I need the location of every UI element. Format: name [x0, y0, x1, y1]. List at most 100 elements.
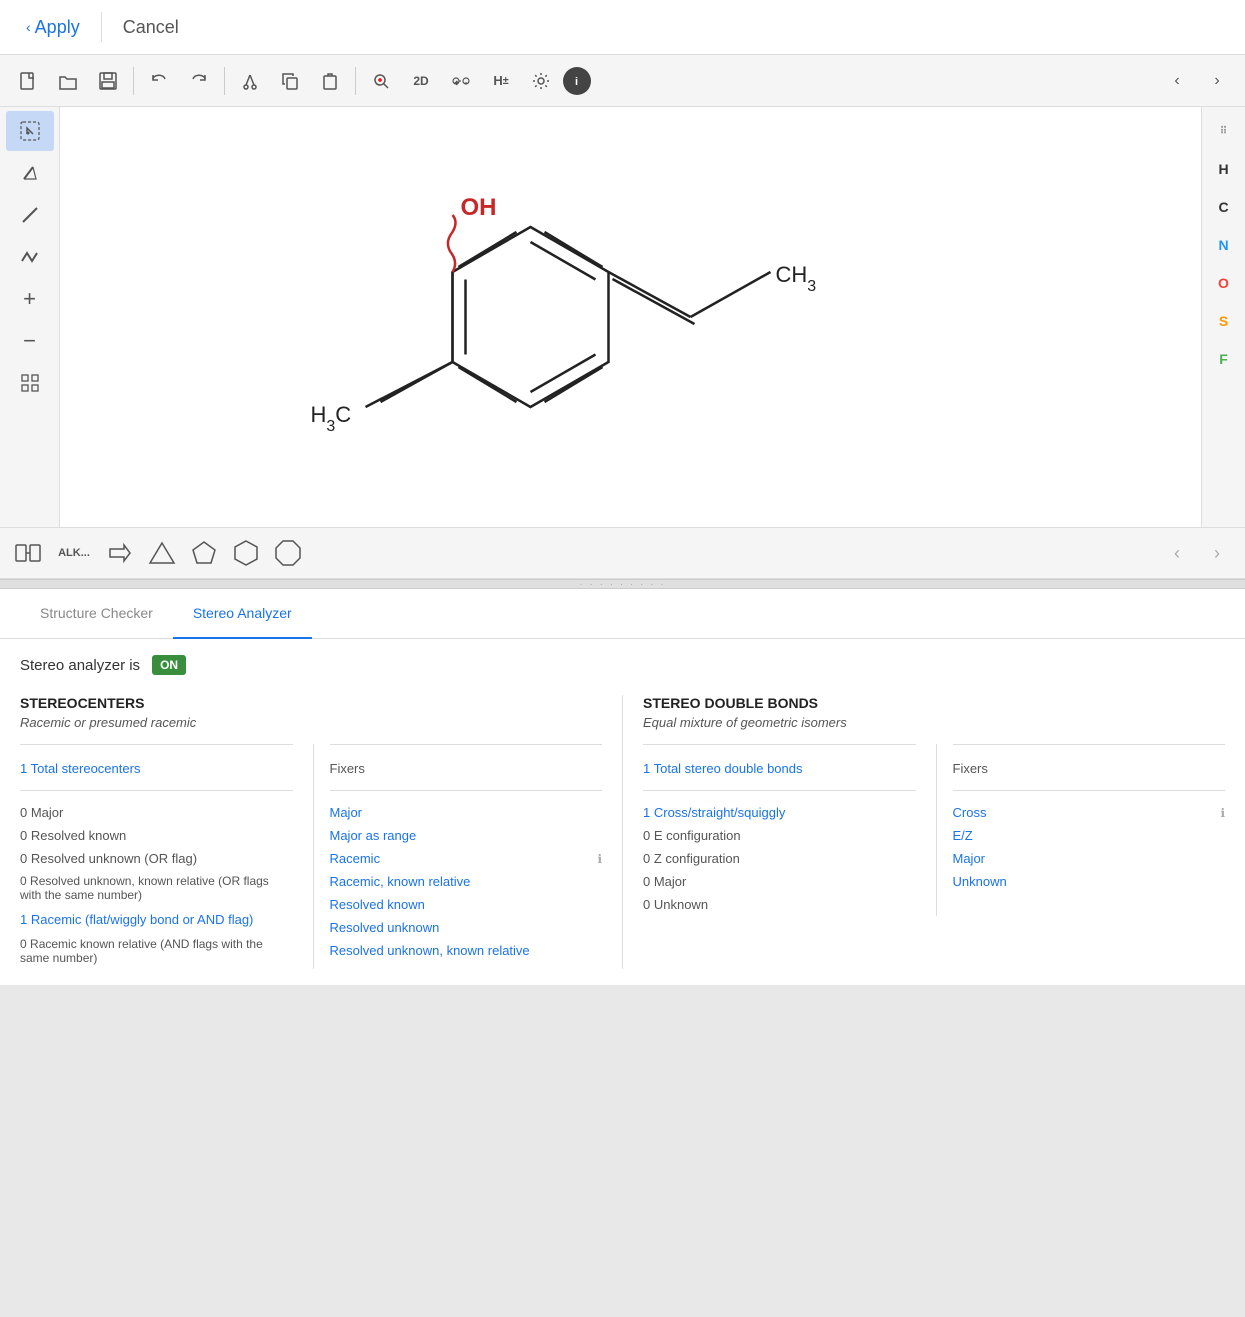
- triangle-button[interactable]: [144, 535, 180, 571]
- H-element-button[interactable]: H: [1206, 153, 1242, 185]
- alky-button[interactable]: ALK...: [52, 535, 96, 571]
- apply-button[interactable]: ‹ Apply: [10, 9, 96, 46]
- fixer-racemic-link[interactable]: Racemic: [330, 851, 381, 866]
- pentagon-button[interactable]: [186, 535, 222, 571]
- undo-button[interactable]: [141, 63, 177, 99]
- total-stereocenters-label: 1 Total stereocenters: [20, 757, 293, 780]
- settings-button[interactable]: [523, 63, 559, 99]
- 2d-button[interactable]: 2D: [403, 63, 439, 99]
- fixer-ez: E/Z: [953, 824, 1226, 847]
- double-major-stat: 0 Major: [643, 870, 916, 893]
- fixer-unknown-link[interactable]: Unknown: [953, 874, 1007, 889]
- fixer-major-as-range-link[interactable]: Major as range: [330, 828, 417, 843]
- benzene-ring: [453, 227, 609, 407]
- hexagon-button[interactable]: [228, 535, 264, 571]
- save-file-button[interactable]: [90, 63, 126, 99]
- resize-handle[interactable]: · · · · · · · · ·: [0, 579, 1245, 589]
- erase-tool-button[interactable]: [6, 153, 54, 193]
- cancel-button[interactable]: Cancel: [107, 9, 195, 46]
- stereo-double-bonds-inner: 1 Total stereo double bonds 1 Cross/stra…: [643, 744, 1225, 916]
- C-element-button[interactable]: C: [1206, 191, 1242, 223]
- nav-left-button[interactable]: ‹: [1159, 63, 1195, 99]
- shape-complex1-button[interactable]: [10, 535, 46, 571]
- toolbar-right: ‹ ›: [1159, 63, 1235, 99]
- fixer-resolved-unknown-link[interactable]: Resolved unknown: [330, 920, 440, 935]
- stereo-double-bonds-title: STEREO DOUBLE BONDS: [643, 695, 1225, 711]
- stereo-two-col: STEREOCENTERS Racemic or presumed racemi…: [20, 695, 1225, 969]
- tabs-container: Structure Checker Stereo Analyzer: [0, 589, 1245, 639]
- fixer-double-major-link[interactable]: Major: [953, 851, 986, 866]
- shape-nav-left-button[interactable]: ‹: [1159, 535, 1195, 571]
- new-file-button[interactable]: [10, 63, 46, 99]
- F-element-button[interactable]: F: [1206, 343, 1242, 375]
- cross-info-icon[interactable]: ℹ: [1220, 806, 1225, 820]
- fixer-racemic-known-rel: Racemic, known relative: [330, 870, 603, 893]
- fixer-racemic-known-rel-link[interactable]: Racemic, known relative: [330, 874, 471, 889]
- stereo-toggle[interactable]: ON: [152, 655, 186, 675]
- bottom-panel: Structure Checker Stereo Analyzer Stereo…: [0, 589, 1245, 985]
- open-file-button[interactable]: [50, 63, 86, 99]
- stereo-analyzer-tab[interactable]: Stereo Analyzer: [173, 589, 312, 639]
- stereo-header: Stereo analyzer is ON: [20, 655, 1225, 675]
- cut-button[interactable]: [232, 63, 268, 99]
- redo-button[interactable]: [181, 63, 217, 99]
- paste-button[interactable]: [312, 63, 348, 99]
- fixers-divider-2: [330, 790, 603, 791]
- select-tool-button[interactable]: [6, 111, 54, 151]
- double-bonds-fixers: Fixers Cross ℹ E/Z Major: [936, 744, 1226, 916]
- N-element-button[interactable]: N: [1206, 229, 1242, 261]
- major-stat: 0 Major: [20, 801, 293, 824]
- bond-single-button[interactable]: [6, 195, 54, 235]
- fixer-major: Major: [330, 801, 603, 824]
- O-element-button[interactable]: O: [1206, 267, 1242, 299]
- arrow-button[interactable]: [102, 535, 138, 571]
- subtract-atom-button[interactable]: −: [6, 321, 54, 361]
- hplus-button[interactable]: H±: [483, 63, 519, 99]
- apply-label: Apply: [35, 17, 80, 38]
- double-stats-divider-2: [643, 790, 916, 791]
- fixer-ez-link[interactable]: E/Z: [953, 828, 973, 843]
- atom-map-button[interactable]: + -: [443, 63, 479, 99]
- resolved-unknown-known-rel-stat: 0 Resolved unknown, known relative (OR f…: [20, 870, 293, 906]
- fixer-resolved-unknown-known-rel: Resolved unknown, known relative: [330, 939, 603, 962]
- fixer-resolved-known-link[interactable]: Resolved known: [330, 897, 425, 912]
- fixer-double-major: Major: [953, 847, 1226, 870]
- double-stats-divider: [643, 744, 916, 745]
- fixer-cross-link[interactable]: Cross: [953, 805, 987, 820]
- octagon-button[interactable]: [270, 535, 306, 571]
- svg-text:-: -: [465, 81, 467, 87]
- double-fixers-divider: [953, 744, 1226, 745]
- racemic-info-icon[interactable]: ℹ: [597, 852, 602, 866]
- fixer-resolved-unknown-known-rel-link[interactable]: Resolved unknown, known relative: [330, 943, 530, 958]
- info-button[interactable]: i: [563, 67, 591, 95]
- resolved-known-stat: 0 Resolved known: [20, 824, 293, 847]
- shape-nav-right-button[interactable]: ›: [1199, 535, 1235, 571]
- copy-button[interactable]: [272, 63, 308, 99]
- stereo-analyzer-label: Stereo analyzer is: [20, 657, 140, 674]
- apply-arrow-icon: ‹: [26, 19, 31, 35]
- top-bar: ‹ Apply Cancel: [0, 0, 1245, 55]
- dots-grid-button[interactable]: ⠿: [1206, 115, 1242, 147]
- double-fixers-divider-2: [953, 790, 1226, 791]
- nav-right-button[interactable]: ›: [1199, 63, 1235, 99]
- template-button[interactable]: [6, 363, 54, 403]
- structure-checker-tab[interactable]: Structure Checker: [20, 589, 173, 639]
- stereo-double-bonds-stats: 1 Total stereo double bonds 1 Cross/stra…: [643, 744, 916, 916]
- stereo-fixers-title: Fixers: [330, 757, 603, 780]
- right-tools: ⠿ H C N O S F: [1201, 107, 1245, 527]
- z-config-stat: 0 Z configuration: [643, 847, 916, 870]
- fixer-major-link[interactable]: Major: [330, 805, 363, 820]
- svg-text:i: i: [575, 76, 578, 88]
- double-fixers-title: Fixers: [953, 757, 1226, 780]
- canvas-area[interactable]: H3C OH CH3: [60, 107, 1201, 527]
- S-element-button[interactable]: S: [1206, 305, 1242, 337]
- racemic-stat: 1 Racemic (flat/wiggly bond or AND flag): [20, 906, 293, 931]
- top-divider: [101, 12, 102, 42]
- bond-chain-button[interactable]: [6, 237, 54, 277]
- stereo-double-bonds-col: STEREO DOUBLE BONDS Equal mixture of geo…: [623, 695, 1225, 969]
- zoom-search-button[interactable]: [363, 63, 399, 99]
- add-atom-button[interactable]: +: [6, 279, 54, 319]
- toolbar-sep-1: [133, 67, 134, 95]
- cancel-label: Cancel: [123, 17, 179, 37]
- fixer-cross: Cross ℹ: [953, 801, 1226, 824]
